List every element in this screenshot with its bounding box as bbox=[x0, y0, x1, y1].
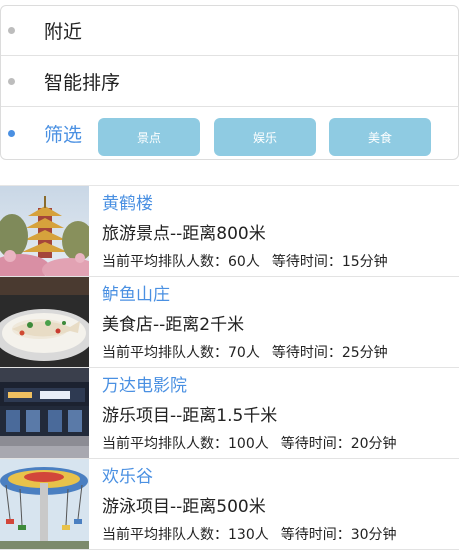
item-meta: 当前平均排队人数：130人 等待时间：30分钟 bbox=[102, 524, 397, 544]
item-name: 鲈鱼山庄 bbox=[102, 285, 170, 305]
filter-label: 筛选 bbox=[44, 123, 83, 146]
item-queue: 当前平均排队人数：130人 bbox=[102, 527, 269, 543]
filter-sort-label: 智能排序 bbox=[44, 72, 121, 94]
item-subtitle: 旅游景点--距离800米 bbox=[102, 224, 266, 244]
list-item[interactable]: 万达电影院 游乐项目--距离1.5千米 当前平均排队人数：100人 等待时间：20… bbox=[0, 368, 459, 459]
category-button-scenic[interactable]: 景点 bbox=[98, 118, 200, 156]
item-meta: 当前平均排队人数：70人 等待时间：25分钟 bbox=[102, 342, 388, 362]
pagoda-photo bbox=[0, 186, 89, 276]
item-queue: 当前平均排队人数：70人 bbox=[102, 345, 260, 361]
item-wait: 等待时间：25分钟 bbox=[271, 345, 388, 361]
category-button-entertainment[interactable]: 娱乐 bbox=[214, 118, 316, 156]
item-name: 黄鹤楼 bbox=[102, 194, 153, 214]
filter-row-nearby[interactable]: 附近 bbox=[1, 6, 458, 56]
bullet-dot bbox=[8, 78, 15, 85]
venue-list: 黄鹤楼 旅游景点--距离800米 当前平均排队人数：60人 等待时间：15分钟 鲈… bbox=[0, 185, 459, 551]
filter-row-sort[interactable]: 智能排序 bbox=[1, 57, 458, 107]
list-item[interactable]: 欢乐谷 游泳项目--距离500米 当前平均排队人数：130人 等待时间：30分钟 bbox=[0, 459, 459, 550]
filter-row-categories: 筛选 景点 娱乐 美食 bbox=[1, 108, 458, 158]
filter-nearby-label: 附近 bbox=[44, 21, 83, 43]
item-subtitle: 美食店--距离2千米 bbox=[102, 315, 245, 335]
bullet-dot bbox=[8, 27, 15, 34]
swing-ride-photo bbox=[0, 459, 89, 549]
item-meta: 当前平均排队人数：60人 等待时间：15分钟 bbox=[102, 251, 388, 271]
item-wait: 等待时间：30分钟 bbox=[280, 527, 397, 543]
list-item[interactable]: 黄鹤楼 旅游景点--距离800米 当前平均排队人数：60人 等待时间：15分钟 bbox=[0, 186, 459, 277]
item-subtitle: 游泳项目--距离500米 bbox=[102, 497, 266, 517]
item-wait: 等待时间：20分钟 bbox=[280, 436, 397, 452]
list-item[interactable]: 鲈鱼山庄 美食店--距离2千米 当前平均排队人数：70人 等待时间：25分钟 bbox=[0, 277, 459, 368]
category-button-food[interactable]: 美食 bbox=[329, 118, 431, 156]
cinema-lobby-photo bbox=[0, 368, 89, 458]
item-wait: 等待时间：15分钟 bbox=[271, 254, 388, 270]
item-queue: 当前平均排队人数：60人 bbox=[102, 254, 260, 270]
item-name: 欢乐谷 bbox=[102, 467, 153, 487]
item-queue: 当前平均排队人数：100人 bbox=[102, 436, 269, 452]
filter-panel: 附近 智能排序 筛选 景点 娱乐 美食 bbox=[0, 5, 459, 160]
bullet-dot-active bbox=[8, 129, 15, 137]
item-meta: 当前平均排队人数：100人 等待时间：20分钟 bbox=[102, 433, 397, 453]
item-subtitle: 游乐项目--距离1.5千米 bbox=[102, 406, 278, 426]
fish-dish-photo bbox=[0, 277, 89, 367]
item-name: 万达电影院 bbox=[102, 376, 187, 396]
